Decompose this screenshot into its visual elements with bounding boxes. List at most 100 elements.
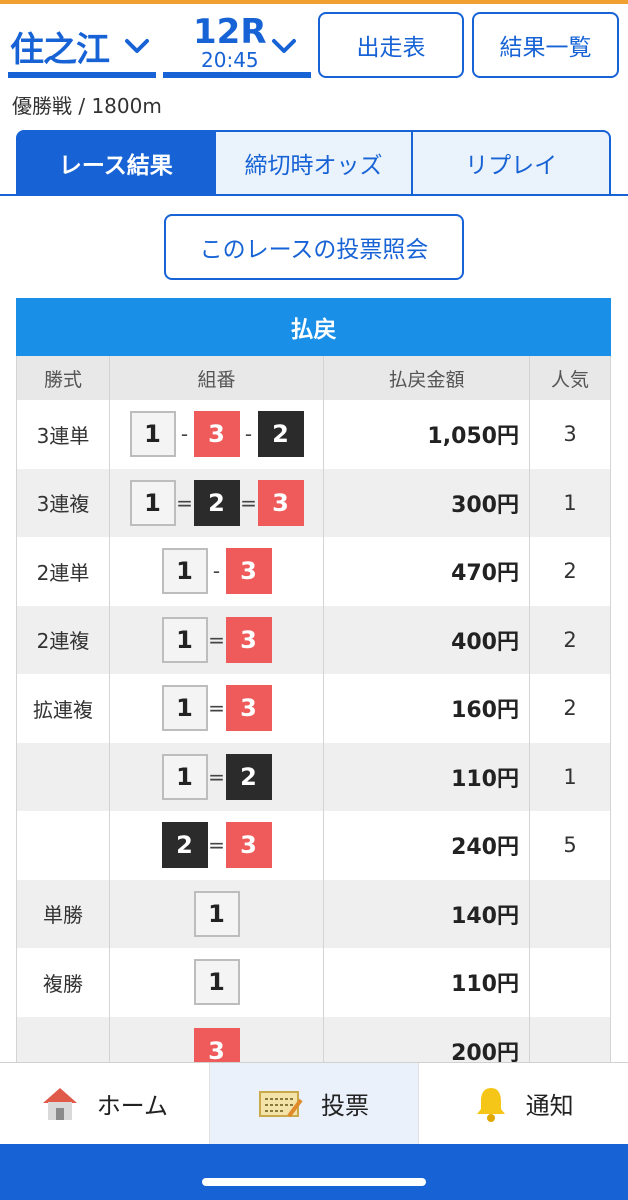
nav-vote[interactable]: 投票 [208,1063,419,1144]
boat-number-badge: 3 [257,479,304,526]
boat-number-badge: 3 [225,616,272,663]
ticket-icon [259,1090,303,1117]
nav-notifications[interactable]: 通知 [418,1063,628,1144]
bet-type-cell: 2連単 [16,537,109,606]
payout-amount-cell: 300円 [323,468,529,537]
race-tabs: レース結果 締切時オッズ リプレイ [16,130,612,196]
nav-notifications-label: 通知 [525,1092,574,1120]
race-subinfo: 優勝戦 / 1800m [12,94,162,118]
table-row: 複勝 1 110円 [16,948,611,1017]
bet-type-cell: 3連単 [16,400,109,469]
combination-cell: 1 [109,879,323,948]
payout-amount-cell: 110円 [323,742,529,811]
nav-home-label: ホーム [96,1092,168,1120]
venue-name: 住之江 [10,30,110,70]
boat-number-badge: 3 [225,822,272,869]
combination-separator: = [208,696,225,721]
combination-cell: 1-3-2 [109,400,323,469]
bet-type-cell: 3連複 [16,468,109,537]
bet-type-cell [16,742,109,811]
table-row: 2連単 1-3 470円 2 [16,537,611,606]
combination-separator: = [208,764,225,789]
chevron-down-icon [125,39,149,53]
combination-cell: 1 = 3 [109,674,323,743]
bottom-nav: ホーム 投票 通知 [0,1062,628,1144]
table-row: 3連単 1-3-2 1,050円 3 [16,400,611,469]
popularity-cell: 5 [529,811,611,880]
venue-selector[interactable]: 住之江 [8,12,156,78]
race-time: 20:45 [201,48,259,72]
popularity-cell [529,948,611,1017]
race-selector[interactable]: 12R 20:45 [163,12,311,78]
popularity-cell: 2 [529,674,611,743]
boat-number-badge: 2 [225,753,272,800]
col-combination: 組番 [109,356,323,400]
top-accent-line [0,0,628,4]
boat-number-badge: 1 [129,479,176,526]
popularity-cell: 2 [529,605,611,674]
bet-type-cell: 2連複 [16,605,109,674]
combination-cell: 1-3 [109,537,323,606]
boat-number-badge: 1 [193,890,240,937]
bet-type-cell: 複勝 [16,948,109,1017]
popularity-cell: 3 [529,400,611,469]
boat-number-badge: 1 [129,411,176,458]
tab-race-result[interactable]: レース結果 [16,130,216,196]
home-indicator[interactable] [202,1178,426,1186]
bet-type-cell: 拡連複 [16,674,109,743]
combination-cell: 1 = 2 = 3 [109,468,323,537]
popularity-cell: 2 [529,537,611,606]
vote-inquiry-button[interactable]: このレースの投票照会 [164,214,464,280]
payout-amount-cell: 470円 [323,537,529,606]
popularity-cell: 1 [529,742,611,811]
payout-column-header: 勝式 組番 払戻金額 人気 [16,356,611,400]
entries-button[interactable]: 出走表 [318,12,464,78]
bet-type-cell [16,811,109,880]
nav-home[interactable]: ホーム [0,1063,209,1144]
table-row: 単勝 1 140円 [16,879,611,948]
payout-amount-cell: 160円 [323,674,529,743]
payout-title: 払戻 [16,298,611,356]
payout-amount-cell: 110円 [323,948,529,1017]
combination-separator: - [244,422,253,447]
system-bottom-bar [0,1144,628,1200]
col-popularity: 人気 [529,356,611,400]
combination-cell: 1 = 3 [109,605,323,674]
tab-replay[interactable]: リプレイ [411,130,612,196]
boat-number-badge: 1 [161,548,208,595]
house-icon [42,1087,77,1120]
combination-separator: - [180,422,189,447]
combination-separator: = [208,833,225,858]
boat-number-badge: 1 [161,685,208,732]
combination-cell: 2 = 3 [109,811,323,880]
combination-separator: = [208,627,225,652]
combination-separator: - [212,559,221,584]
boat-number-badge: 2 [257,411,304,458]
table-row: 3連複 1 = 2 = 3 300円 1 [16,468,611,537]
payout-amount-cell: 1,050円 [323,400,529,469]
payout-amount-cell: 240円 [323,811,529,880]
results-list-button[interactable]: 結果一覧 [472,12,619,78]
combination-cell: 1 [109,948,323,1017]
payout-table: 払戻 勝式 組番 払戻金額 人気 3連単 1-3-2 1,050円 3 3連複 1 = 2 = 3… [16,298,611,1085]
nav-vote-label: 投票 [321,1092,369,1120]
boat-number-badge: 1 [161,753,208,800]
bet-type-cell: 単勝 [16,879,109,948]
boat-number-badge: 3 [225,685,272,732]
payout-amount-cell: 140円 [323,879,529,948]
boat-number-badge: 1 [161,616,208,663]
chevron-down-icon [272,39,296,53]
boat-number-badge: 2 [193,479,240,526]
tab-underline [0,194,628,196]
table-row: 2連複 1 = 3 400円 2 [16,605,611,674]
payout-rows: 3連単 1-3-2 1,050円 3 3連複 1 = 2 = 3 300円 1 2連単 1-3 470円 2 2… [16,400,611,1085]
table-row: 2 = 3 240円 5 [16,811,611,880]
boat-number-badge: 3 [193,411,240,458]
table-row: 1 = 2 110円 1 [16,742,611,811]
boat-number-badge: 1 [193,959,240,1006]
boat-number-badge: 3 [225,548,272,595]
boat-number-badge: 2 [161,822,208,869]
tab-closing-odds[interactable]: 締切時オッズ [213,130,414,196]
combination-separator: = [176,490,193,515]
race-number: 12R [193,12,267,52]
